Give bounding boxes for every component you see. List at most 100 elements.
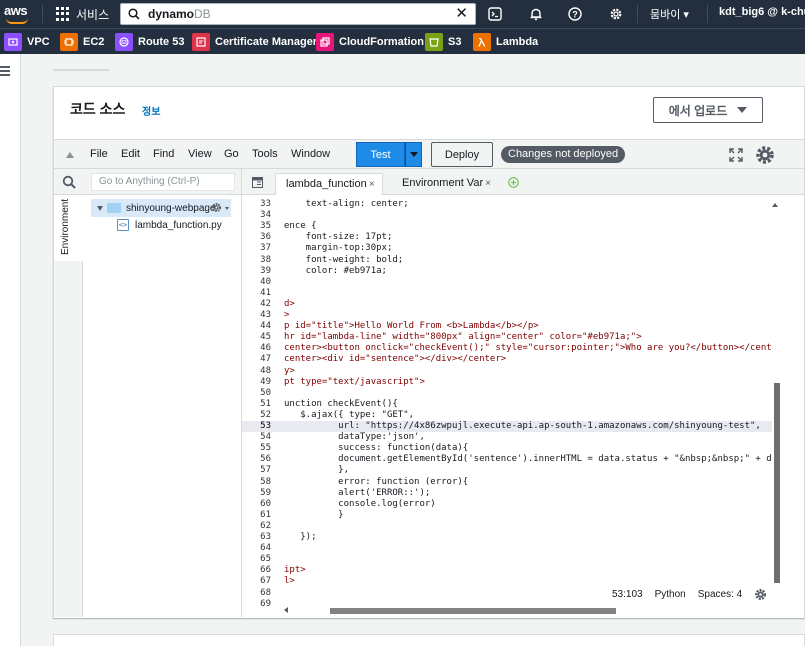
- tree-settings-gear-icon[interactable]: [211, 202, 222, 213]
- search-icon: [128, 8, 140, 20]
- certificate-manager-icon: [192, 33, 210, 51]
- code-line: font-weight: bold;: [284, 254, 404, 265]
- code-line: ence {: [284, 221, 317, 232]
- code-line: center><div id="sentence"></div></center…: [284, 354, 507, 365]
- search-suggestion-text: DB: [194, 7, 211, 21]
- test-dropdown-button[interactable]: [405, 142, 422, 167]
- favorite-lambda[interactable]: Lambda: [473, 32, 538, 52]
- language-mode[interactable]: Python: [655, 589, 686, 600]
- top-navigation-bar: aws 서비스 dynamoDB ✕ ? 뭄바이 ▾ kdt_big6 @ k-…: [0, 0, 805, 28]
- line-number: 46: [260, 343, 271, 354]
- favorite-label: Lambda: [496, 36, 539, 48]
- line-number: 42: [260, 298, 271, 309]
- menu-window[interactable]: Window: [291, 148, 330, 160]
- file-name: lambda_function.py: [135, 219, 222, 231]
- route53-icon: 53: [115, 33, 133, 51]
- notifications-bell-icon[interactable]: [527, 5, 545, 23]
- horizontal-scrollbar[interactable]: [284, 606, 772, 614]
- close-tab-icon[interactable]: ×: [485, 178, 491, 189]
- add-tab-icon[interactable]: [508, 177, 519, 188]
- help-icon[interactable]: ?: [566, 5, 584, 23]
- code-line: color: #eb971a;: [284, 265, 387, 276]
- line-number: 68: [260, 587, 271, 598]
- info-link[interactable]: 정보: [142, 103, 160, 118]
- favorite-route53[interactable]: 53 Route 53: [115, 32, 184, 52]
- favorite-ec2[interactable]: EC2: [60, 32, 104, 52]
- menu-file[interactable]: File: [90, 148, 108, 160]
- horizontal-scroll-thumb[interactable]: [330, 608, 616, 614]
- line-number: 54: [260, 432, 271, 443]
- account-menu[interactable]: kdt_big6 @ k-chunj: [719, 6, 805, 18]
- code-line: margin-top:30px;: [284, 243, 393, 254]
- tree-folder-item[interactable]: shinyoung-webpage: [91, 199, 231, 217]
- section-divider: [53, 69, 109, 71]
- global-search-input[interactable]: dynamoDB ✕: [120, 3, 476, 25]
- region-selector[interactable]: 뭄바이 ▾: [650, 6, 689, 22]
- test-button[interactable]: Test: [356, 142, 405, 167]
- menu-find[interactable]: Find: [153, 148, 174, 160]
- scroll-left-arrow-icon[interactable]: [284, 607, 288, 613]
- tab-lambda-function[interactable]: lambda_function ×: [275, 173, 383, 195]
- cursor-position[interactable]: 53:103: [612, 589, 643, 600]
- line-number: 63: [260, 532, 271, 542]
- line-number: 56: [260, 454, 271, 465]
- code-content[interactable]: text-align: center; ence { font-size: 17p…: [284, 195, 774, 605]
- line-number: 45: [260, 332, 271, 343]
- line-number: 60: [260, 498, 271, 509]
- environment-tab[interactable]: Environment: [54, 195, 83, 261]
- svg-text:?: ?: [572, 9, 578, 19]
- line-number: 59: [260, 487, 271, 498]
- code-line: }: [284, 509, 344, 520]
- cloudshell-icon[interactable]: [486, 5, 504, 23]
- deploy-button[interactable]: Deploy: [431, 142, 493, 167]
- goto-anything-input[interactable]: Go to Anything (Ctrl-P): [91, 173, 235, 191]
- code-line: d>: [284, 298, 295, 309]
- tab-label: Environment Var: [402, 177, 484, 189]
- settings-gear-icon[interactable]: [607, 5, 625, 23]
- collapse-menu-icon[interactable]: [66, 152, 74, 158]
- menu-view[interactable]: View: [188, 148, 212, 160]
- ide-settings-gear-icon[interactable]: [754, 144, 776, 166]
- clear-search-icon[interactable]: ✕: [455, 6, 468, 22]
- aws-logo-text: aws: [4, 3, 28, 18]
- services-menu-button[interactable]: 서비스: [56, 5, 109, 23]
- scroll-up-arrow-icon[interactable]: [772, 203, 778, 207]
- environment-sidebar-rail: Environment: [54, 195, 83, 617]
- next-panel: [53, 634, 805, 646]
- line-number: 41: [260, 287, 271, 298]
- upload-from-button[interactable]: 에서 업로드: [653, 97, 763, 123]
- favorite-vpc[interactable]: VPC: [4, 32, 50, 52]
- code-editor[interactable]: 33 34 35 36 37 38 39 40 41 42 43 44 45 46 47 48 49 50 51 52…: [242, 195, 804, 617]
- vertical-scroll-thumb[interactable]: [774, 383, 780, 583]
- favorite-s3[interactable]: S3: [425, 32, 461, 52]
- line-number: 39: [260, 265, 271, 276]
- menu-go[interactable]: Go: [224, 148, 239, 160]
- tree-file-item[interactable]: <> lambda_function.py: [117, 219, 222, 231]
- favorites-bar: VPC EC2 53 Route 53 Certificate Manager …: [0, 28, 805, 54]
- code-line: });: [284, 532, 317, 542]
- favorite-label: S3: [448, 36, 462, 48]
- close-tab-icon[interactable]: ×: [369, 179, 375, 190]
- code-line: y>: [284, 365, 295, 376]
- menu-edit[interactable]: Edit: [121, 148, 140, 160]
- line-number: 40: [260, 276, 271, 287]
- line-number: 33: [260, 199, 271, 209]
- favorite-cloudformation[interactable]: CloudFormation: [316, 32, 424, 52]
- tab-environment-variables[interactable]: Environment Var ×: [392, 173, 500, 195]
- aws-logo[interactable]: aws: [4, 3, 32, 25]
- file-tree: shinyoung-webpage <> lambda_function.py: [83, 195, 242, 617]
- changes-not-deployed-badge: Changes not deployed: [501, 146, 626, 163]
- menu-hamburger-icon[interactable]: [0, 66, 10, 76]
- code-line: ipt>: [284, 565, 306, 576]
- line-number: 47: [260, 354, 271, 365]
- indent-spaces[interactable]: Spaces: 4: [698, 589, 742, 600]
- s3-icon: [425, 33, 443, 51]
- line-number: 43: [260, 310, 271, 320]
- fullscreen-expand-icon[interactable]: [729, 148, 743, 162]
- editor-settings-gear-icon[interactable]: [754, 588, 767, 601]
- line-number: 69: [260, 598, 271, 609]
- menu-tools[interactable]: Tools: [252, 148, 278, 160]
- tab-list-icon[interactable]: [252, 177, 263, 188]
- line-number: 37: [260, 243, 271, 254]
- favorite-certificate-manager[interactable]: Certificate Manager: [192, 32, 317, 52]
